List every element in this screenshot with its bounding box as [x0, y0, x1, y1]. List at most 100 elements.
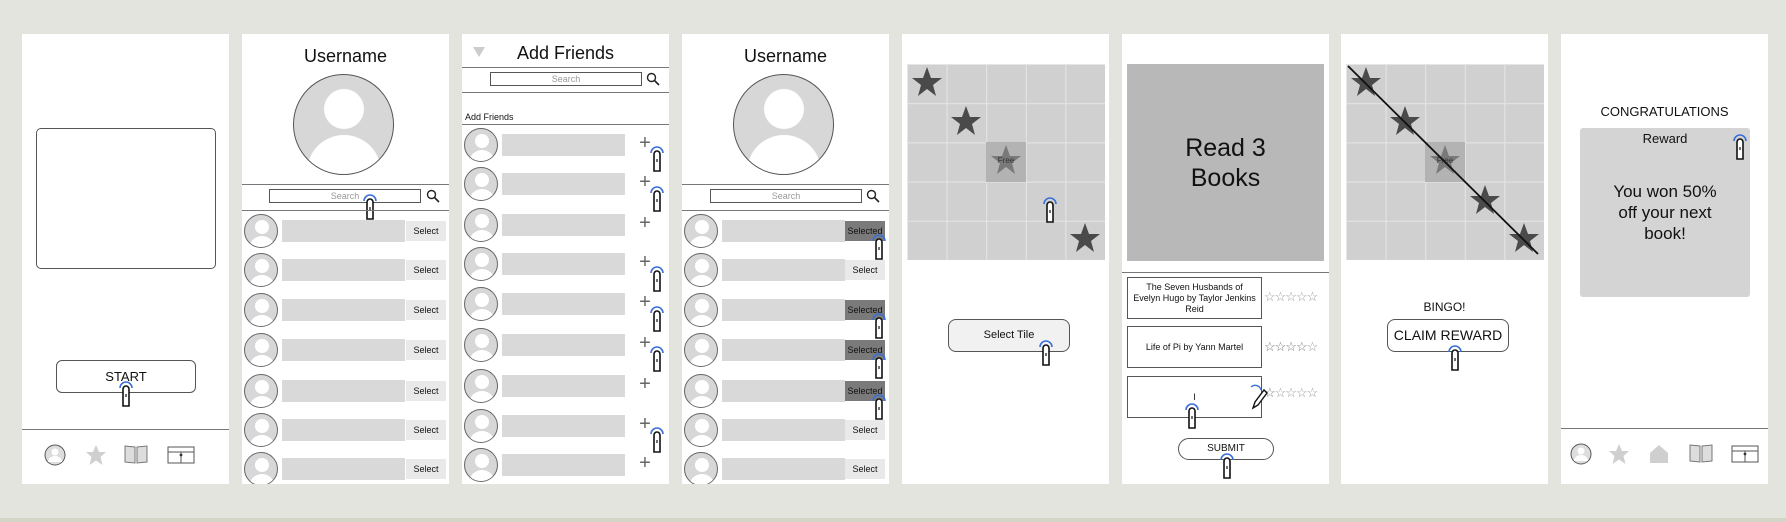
list-item: Select	[242, 212, 449, 250]
search-input[interactable]: Search	[710, 189, 862, 203]
select-button[interactable]: Select	[845, 459, 885, 479]
tap-pointer-icon	[649, 265, 665, 293]
book-icon[interactable]	[1689, 443, 1713, 463]
list-item: Selected	[682, 212, 889, 250]
star-icon	[1069, 222, 1101, 254]
bingo-grid[interactable]: Free	[1346, 64, 1544, 260]
tap-pointer-icon	[118, 380, 134, 408]
list-item: +	[462, 245, 669, 283]
reward-text: You won 50% off your next book!	[1613, 182, 1717, 243]
tap-pointer-icon	[649, 426, 665, 454]
gift-card-icon[interactable]	[167, 446, 195, 464]
screen-challenge: Read 3 Books The Seven Husbands of Evely…	[1122, 34, 1329, 484]
page-title: Username	[743, 46, 828, 66]
select-button[interactable]: Select	[406, 381, 446, 401]
tap-pointer-icon	[1219, 452, 1235, 480]
list-item: Select	[242, 291, 449, 329]
rating-stars[interactable]: ☆☆☆☆☆	[1264, 339, 1318, 355]
rating-stars[interactable]: ☆☆☆☆☆	[1264, 289, 1318, 305]
select-button[interactable]: Select	[406, 420, 446, 440]
bottom-nav	[22, 429, 229, 484]
search-input[interactable]: Search	[269, 189, 421, 203]
list-item: Select	[242, 411, 449, 449]
bottom-nav	[1561, 428, 1768, 483]
tap-pointer-icon	[1042, 196, 1058, 224]
section-divider	[462, 124, 669, 125]
avatar	[733, 74, 834, 175]
tap-pointer-icon	[649, 185, 665, 213]
challenge-text: Read 3 Books	[1185, 133, 1266, 192]
search-divider	[462, 92, 669, 93]
placeholder-image	[36, 128, 216, 269]
list-item: Selected	[682, 291, 889, 329]
select-button[interactable]: Select	[406, 300, 446, 320]
list-item: +	[462, 367, 669, 405]
bingo-grid[interactable]: Free	[907, 64, 1105, 260]
divider	[1122, 272, 1329, 273]
search-divider	[242, 184, 449, 185]
list-item: Select	[682, 411, 889, 449]
book-icon[interactable]	[124, 444, 148, 464]
search-icon[interactable]	[866, 189, 880, 203]
tap-pointer-icon	[649, 345, 665, 373]
claim-reward-label: CLAIM REWARD	[1393, 327, 1503, 343]
rating-stars[interactable]: ☆☆☆☆☆	[1264, 385, 1318, 401]
select-button[interactable]: Select	[406, 340, 446, 360]
search-divider	[682, 184, 889, 185]
add-friend-button[interactable]: +	[635, 213, 655, 234]
list-item: Select	[242, 372, 449, 410]
tap-pointer-icon	[871, 233, 887, 261]
select-button[interactable]: Select	[845, 420, 885, 440]
tap-pointer-icon	[1447, 344, 1463, 372]
bingo-line	[1347, 65, 1539, 255]
list-item: Select	[242, 251, 449, 289]
screen-add-friends: Add Friends Search Add Friends + + + + +…	[462, 34, 669, 484]
reward-card: Reward You won 50% off your next book!	[1580, 128, 1750, 297]
home-icon[interactable]	[1648, 443, 1670, 465]
tap-pointer-icon	[1184, 402, 1200, 430]
search-icon[interactable]	[646, 72, 660, 86]
page-title: Add Friends	[516, 43, 615, 63]
list-divider	[682, 210, 889, 211]
book-entry[interactable]: The Seven Husbands of Evelyn Hugo by Tay…	[1127, 277, 1262, 319]
screen-select-friends: Username Search Select Select Select Sel…	[242, 34, 449, 484]
add-friend-button[interactable]: +	[635, 453, 655, 474]
list-item: +	[462, 407, 669, 445]
list-item: Select	[242, 331, 449, 369]
gift-card-icon[interactable]	[1731, 445, 1759, 463]
canvas-bottom-border	[0, 518, 1786, 522]
book-entry[interactable]: Life of Pi by Yann Martel	[1127, 326, 1262, 368]
list-item: +	[462, 446, 669, 484]
select-tile-label: Select Tile	[983, 329, 1035, 341]
search-icon[interactable]	[426, 189, 440, 203]
add-friend-button[interactable]: +	[635, 374, 655, 395]
tap-pointer-icon	[649, 145, 665, 173]
list-divider	[242, 210, 449, 211]
screen-bingo-complete: Free BINGO! CLAIM REWARD	[1341, 34, 1548, 484]
list-item: +	[462, 126, 669, 164]
tap-pointer-icon	[1732, 133, 1748, 161]
screen-bingo-board: Free Select Tile	[902, 34, 1109, 484]
list-item: +	[462, 326, 669, 364]
page-title: Username	[303, 46, 388, 66]
title-divider	[462, 67, 669, 68]
reward-label: Reward	[1642, 131, 1688, 146]
tap-pointer-icon	[871, 393, 887, 421]
list-item: Select	[682, 450, 889, 484]
star-icon	[911, 66, 943, 98]
profile-icon[interactable]	[1570, 443, 1592, 465]
list-item: +	[462, 206, 669, 244]
select-button[interactable]: Select	[406, 221, 446, 241]
search-input[interactable]: Search	[490, 72, 642, 86]
star-icon[interactable]	[85, 444, 107, 466]
list-item: Selected	[682, 331, 889, 369]
screen-selected-friends: Username Search Selected Select Selected…	[682, 34, 889, 484]
free-cell-label: Free	[997, 156, 1015, 165]
bingo-label: BINGO!	[1423, 300, 1466, 314]
profile-icon[interactable]	[44, 444, 66, 466]
star-icon[interactable]	[1608, 443, 1630, 465]
select-button[interactable]: Select	[406, 260, 446, 280]
select-button[interactable]: Select	[406, 459, 446, 479]
select-button[interactable]: Select	[845, 260, 885, 280]
tap-pointer-icon	[649, 305, 665, 333]
